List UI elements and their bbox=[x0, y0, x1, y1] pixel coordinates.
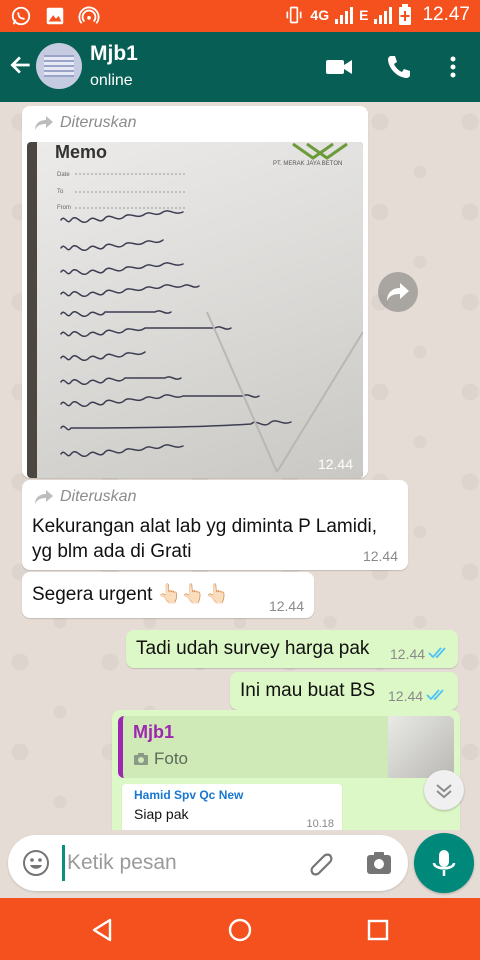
battery-icon bbox=[399, 4, 412, 25]
contact-status: online bbox=[90, 72, 133, 89]
message-text[interactable]: Tadi udah survey harga pak 12.44 bbox=[126, 630, 458, 668]
network-type-2: E bbox=[359, 7, 369, 23]
signal-icon bbox=[335, 6, 354, 24]
gallery-icon bbox=[46, 7, 64, 25]
inner-time: 10.18 bbox=[306, 818, 334, 830]
scroll-down-button[interactable] bbox=[424, 770, 464, 810]
forward-icon bbox=[387, 283, 409, 301]
mic-button[interactable] bbox=[414, 833, 474, 893]
recents-nav-icon[interactable] bbox=[364, 916, 392, 944]
message-time: 12.44 bbox=[388, 688, 424, 704]
message-image[interactable]: Diteruskan Memo PT. MERAK JAYA BETON Dat… bbox=[22, 106, 368, 478]
whatsapp-icon bbox=[11, 6, 31, 26]
back-nav-icon[interactable] bbox=[88, 916, 116, 944]
share-button[interactable] bbox=[378, 272, 418, 312]
quoted-inner-card: Hamid Spv Qc New Siap pak 10.18 bbox=[122, 784, 342, 830]
contact-name[interactable]: Mjb1 bbox=[90, 42, 138, 66]
inner-sender: Hamid Spv Qc New bbox=[134, 788, 244, 802]
signal-icon-2 bbox=[374, 6, 393, 24]
camera-icon bbox=[134, 753, 148, 765]
chat-area[interactable]: Diteruskan Memo PT. MERAK JAYA BETON Dat… bbox=[0, 102, 480, 830]
svg-text:PT. MERAK JAYA BETON: PT. MERAK JAYA BETON bbox=[273, 161, 342, 167]
phone-icon[interactable] bbox=[384, 52, 414, 82]
hotspot-icon bbox=[78, 6, 100, 24]
forwarded-label: Diteruskan bbox=[34, 114, 136, 132]
handwritten-memo: Memo PT. MERAK JAYA BETON Date To From bbox=[55, 142, 363, 473]
read-ticks-icon bbox=[426, 689, 444, 701]
more-vert-icon[interactable] bbox=[438, 52, 468, 82]
quoted-label: Foto bbox=[133, 749, 188, 769]
attach-icon[interactable] bbox=[306, 848, 336, 878]
quoted-sender: Mjb1 bbox=[133, 722, 175, 742]
message-text[interactable]: Segera urgent 👆🏻👆🏻👆🏻 12.44 bbox=[22, 572, 314, 618]
forward-icon bbox=[35, 490, 53, 504]
emoji-icon[interactable] bbox=[22, 849, 50, 877]
chevron-down-icon bbox=[436, 784, 452, 799]
message-composer bbox=[8, 835, 408, 891]
message-text[interactable]: Ini mau buat BS 12.44 bbox=[230, 672, 458, 710]
camera-icon[interactable] bbox=[364, 848, 394, 878]
message-time: 12.44 bbox=[362, 548, 398, 564]
memo-paper: Memo PT. MERAK JAYA BETON Date To From bbox=[37, 142, 363, 478]
home-nav-icon[interactable] bbox=[226, 916, 254, 944]
inner-text: Siap pak bbox=[134, 806, 189, 822]
message-input[interactable] bbox=[62, 845, 302, 881]
avatar[interactable] bbox=[36, 43, 82, 89]
navigation-bar bbox=[0, 898, 480, 960]
forward-icon bbox=[35, 116, 53, 130]
back-arrow-icon[interactable] bbox=[8, 52, 34, 78]
message-time: 12.44 bbox=[390, 646, 426, 662]
message-body: Ini mau buat BS bbox=[240, 680, 376, 701]
message-time: 12.44 bbox=[317, 456, 353, 472]
mic-icon bbox=[432, 850, 456, 876]
status-bar: 4G E 12.47 bbox=[0, 0, 480, 32]
message-line: Kekurangan alat lab yg diminta P Lamidi, bbox=[32, 516, 378, 537]
chat-header: Mjb1 online bbox=[0, 32, 480, 102]
message-body: Tadi udah survey harga pak bbox=[136, 638, 370, 659]
svg-text:Memo: Memo bbox=[55, 142, 107, 162]
message-reply[interactable]: Mjb1 Foto Hamid Spv Qc New Siap pak 10.1… bbox=[112, 710, 460, 830]
read-ticks-icon bbox=[428, 647, 446, 659]
message-time: 12.44 bbox=[268, 598, 304, 614]
message-line: yg blm ada di Grati bbox=[32, 541, 192, 562]
svg-text:Date: Date bbox=[57, 172, 70, 178]
clock: 12.47 bbox=[422, 4, 470, 25]
video-call-icon[interactable] bbox=[324, 52, 354, 82]
message-text[interactable]: Diteruskan Kekurangan alat lab yg dimint… bbox=[22, 480, 408, 570]
forwarded-label: Diteruskan bbox=[34, 488, 136, 506]
svg-text:From: From bbox=[57, 205, 71, 211]
memo-photo[interactable]: Memo PT. MERAK JAYA BETON Date To From 1… bbox=[27, 142, 363, 478]
quoted-thumbnail bbox=[388, 716, 454, 778]
svg-text:To: To bbox=[57, 189, 64, 195]
vibrate-icon bbox=[286, 6, 302, 24]
message-body: Segera urgent 👆🏻👆🏻👆🏻 bbox=[32, 584, 229, 605]
network-type: 4G bbox=[310, 7, 330, 23]
quoted-message[interactable]: Mjb1 Foto bbox=[118, 716, 454, 778]
